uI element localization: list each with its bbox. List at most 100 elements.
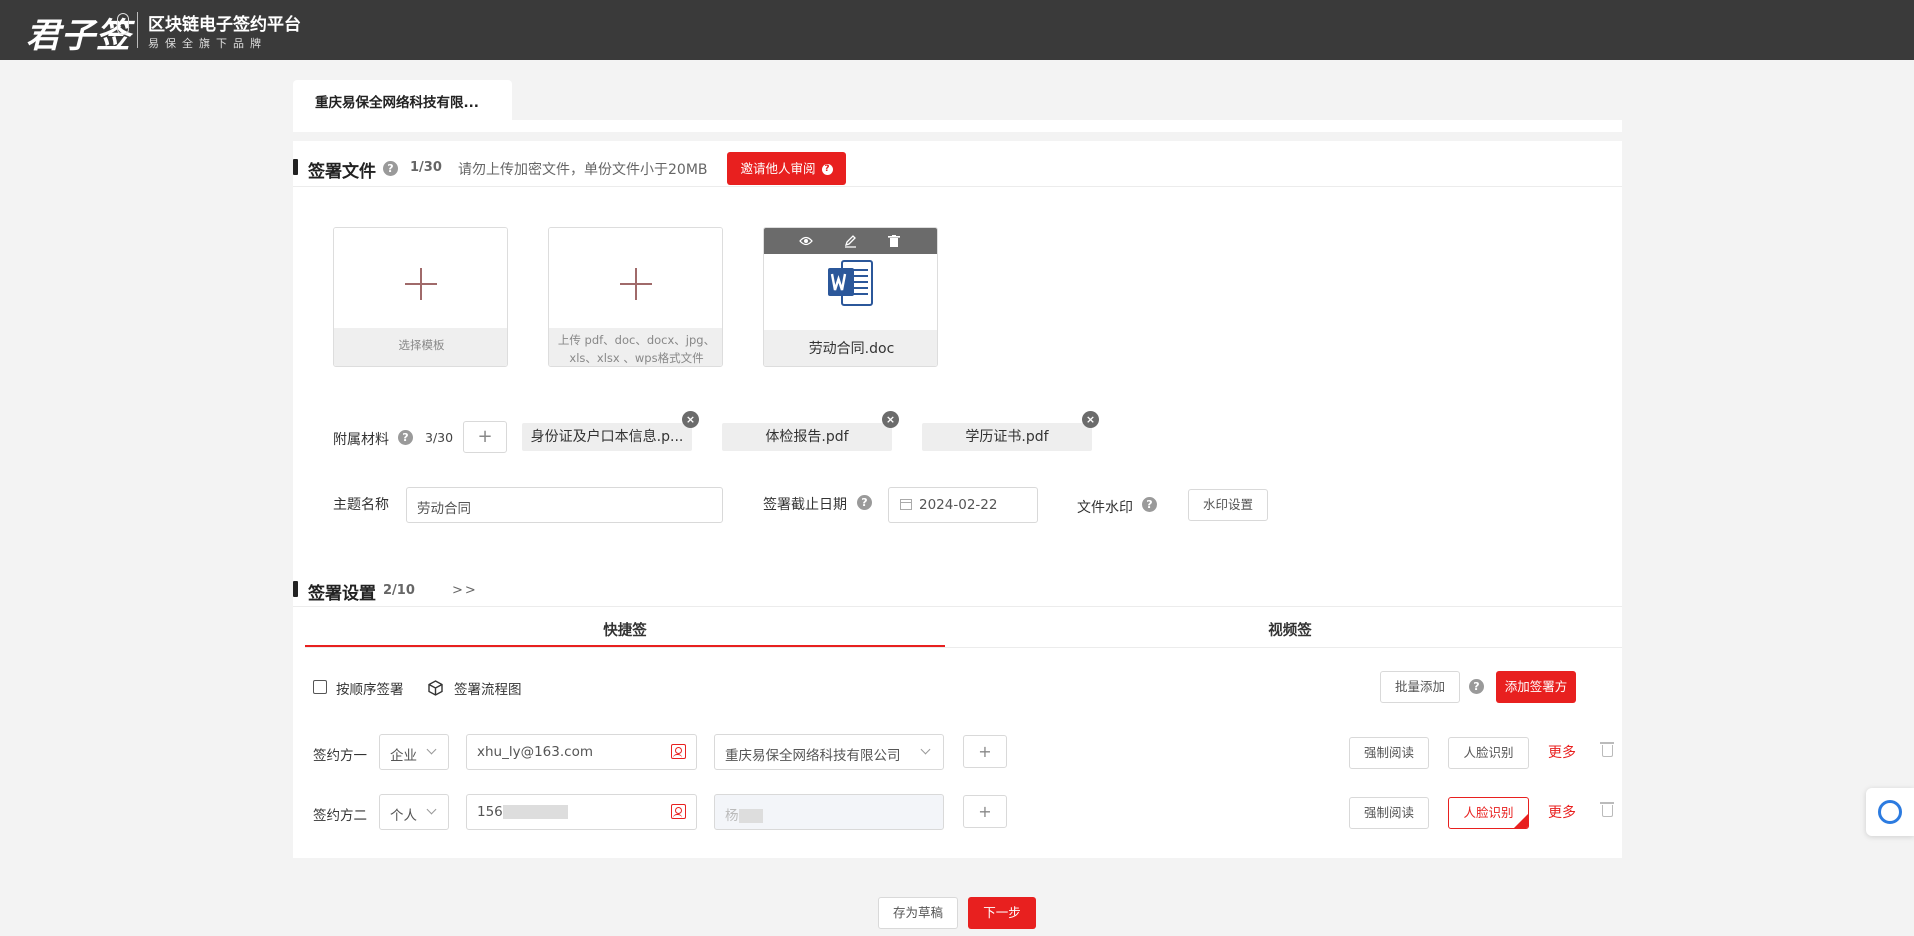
file-card-toolbar [764,228,937,254]
trash-icon[interactable] [1600,742,1614,757]
signer-org-select[interactable]: 重庆易保全网络科技有限公司 [714,734,944,770]
watermark-label: 文件水印 [1077,500,1133,516]
add-signer-field-button[interactable]: + [963,735,1007,768]
more-link[interactable]: 更多 [1548,802,1576,822]
upload-file-label: 上传 pdf、doc、docx、jpg、 xls、xlsx 、wps格式文件 [549,328,722,366]
attachments-label: 附属材料 [333,432,389,448]
contact-book-icon[interactable] [671,804,686,819]
company-tab[interactable]: 重庆易保全网络科技有限... [293,80,512,120]
divider [305,647,1622,648]
chevron-down-icon [426,804,437,815]
contact-book-icon[interactable] [671,744,686,759]
signer-name-value: 杨 [725,808,739,824]
signer-contact-value: xhu_ly@163.com [477,744,593,760]
assistant-icon [1878,800,1902,824]
force-read-button[interactable]: 强制阅读 [1349,737,1429,769]
face-id-label: 人脸识别 [1463,805,1514,820]
chevron-down-icon [920,744,931,755]
file-name: 劳动合同.doc [764,330,937,366]
calendar-icon [900,499,912,510]
upload-hint: 请勿上传加密文件，单份文件小于20MB [458,162,708,178]
divider [293,186,1622,187]
upload-file-label-line2: xls、xlsx 、wps格式文件 [569,351,704,365]
attachments-count: 3/30 [425,430,454,445]
face-id-button-selected[interactable]: 人脸识别 [1448,797,1529,829]
tab-video-sign[interactable]: 视频签 [970,619,1610,640]
tab-underbar [293,120,1622,132]
face-id-button[interactable]: 人脸识别 [1448,737,1529,769]
upload-file-card[interactable]: 上传 pdf、doc、docx、jpg、 xls、xlsx 、wps格式文件 [548,227,723,367]
signer-org-value: 重庆易保全网络科技有限公司 [725,748,901,764]
signer-type-value: 企业 [390,748,417,764]
signer-type-select[interactable]: 企业 [379,734,449,770]
deadline-date-value: 2024-02-22 [919,497,998,513]
logo-divider [137,12,138,48]
expand-toggle[interactable]: >> [452,583,478,598]
signer-contact-value: 156 [477,804,503,820]
select-template-card[interactable]: 选择模板 [333,227,508,367]
platform-subtitle: 易保全旗下品牌 [148,37,267,50]
attachment-chip[interactable]: 身份证及户口本信息.p... [522,423,692,451]
divider [293,606,1622,607]
section-marker [293,159,298,175]
uploaded-file-card[interactable]: 劳动合同.doc [763,227,938,367]
redacted-mask [738,809,763,823]
help-icon[interactable]: ? [398,430,413,445]
attachment-chip[interactable]: 体检报告.pdf [722,423,892,451]
sequential-label: 按顺序签署 [336,682,404,698]
sign-files-title: 签署文件 [308,162,376,182]
selected-corner-icon [1513,813,1528,828]
batch-add-button[interactable]: 批量添加 [1380,671,1460,703]
watermark-settings-button[interactable]: 水印设置 [1188,489,1268,521]
trash-icon[interactable] [888,235,900,248]
edit-icon[interactable] [844,234,857,248]
file-count: 1/30 [410,160,442,175]
add-signer-field-button[interactable]: + [963,795,1007,828]
signer-type-value: 个人 [390,808,417,824]
word-document-icon [828,260,873,306]
help-icon[interactable]: ? [1142,497,1157,512]
floating-assistant-button[interactable] [1866,788,1914,836]
more-link[interactable]: 更多 [1548,742,1576,762]
close-icon[interactable]: × [1082,411,1099,428]
info-icon: ? [821,164,833,175]
help-icon[interactable]: ? [1469,679,1484,694]
eye-icon[interactable] [799,236,813,246]
force-read-button[interactable]: 强制阅读 [1349,797,1429,829]
top-bar: 君子签 区块链电子签约平台 易保全旗下品牌 [0,0,1914,60]
cube-icon[interactable] [428,680,443,696]
signer-contact-input[interactable]: xhu_ly@163.com [466,734,697,770]
signer-label: 签约方一 [313,748,367,764]
tab-quick-sign[interactable]: 快捷签 [305,619,945,640]
next-step-button[interactable]: 下一步 [968,897,1036,929]
signer-type-select[interactable]: 个人 [379,794,449,830]
signer-label: 签约方二 [313,808,367,824]
add-attachment-button[interactable]: + [463,421,507,453]
deadline-date-input[interactable]: 2024-02-22 [888,487,1038,523]
help-icon[interactable]: ? [383,161,398,176]
subject-input[interactable]: 劳动合同 [406,487,723,523]
signer-name-input: 杨 [714,794,944,830]
subject-label: 主题名称 [333,497,389,513]
close-icon[interactable]: × [882,411,899,428]
plus-icon [334,228,507,328]
attachment-chip[interactable]: 学历证书.pdf [922,423,1092,451]
signer-count: 2/10 [383,583,415,598]
logo[interactable]: 君子签 [26,8,131,57]
signer-contact-input[interactable]: 156 [466,794,697,830]
sequential-checkbox[interactable] [313,680,327,694]
trash-icon[interactable] [1600,802,1614,817]
help-icon[interactable]: ? [857,495,872,510]
add-signer-button[interactable]: 添加签署方 [1496,671,1576,703]
deadline-label: 签署截止日期 [763,497,847,513]
save-draft-button[interactable]: 存为草稿 [878,897,958,929]
close-icon[interactable]: × [682,411,699,428]
upload-file-label-line1: 上传 pdf、doc、docx、jpg、 [557,333,716,347]
flowchart-label[interactable]: 签署流程图 [454,678,522,698]
logo-seal-icon [117,13,129,35]
invite-review-label: 邀请他人审阅 [740,161,816,176]
redacted-mask [502,805,568,819]
plus-icon [549,228,722,328]
invite-review-button[interactable]: 邀请他人审阅 ? [727,152,846,185]
select-template-label: 选择模板 [334,328,507,366]
